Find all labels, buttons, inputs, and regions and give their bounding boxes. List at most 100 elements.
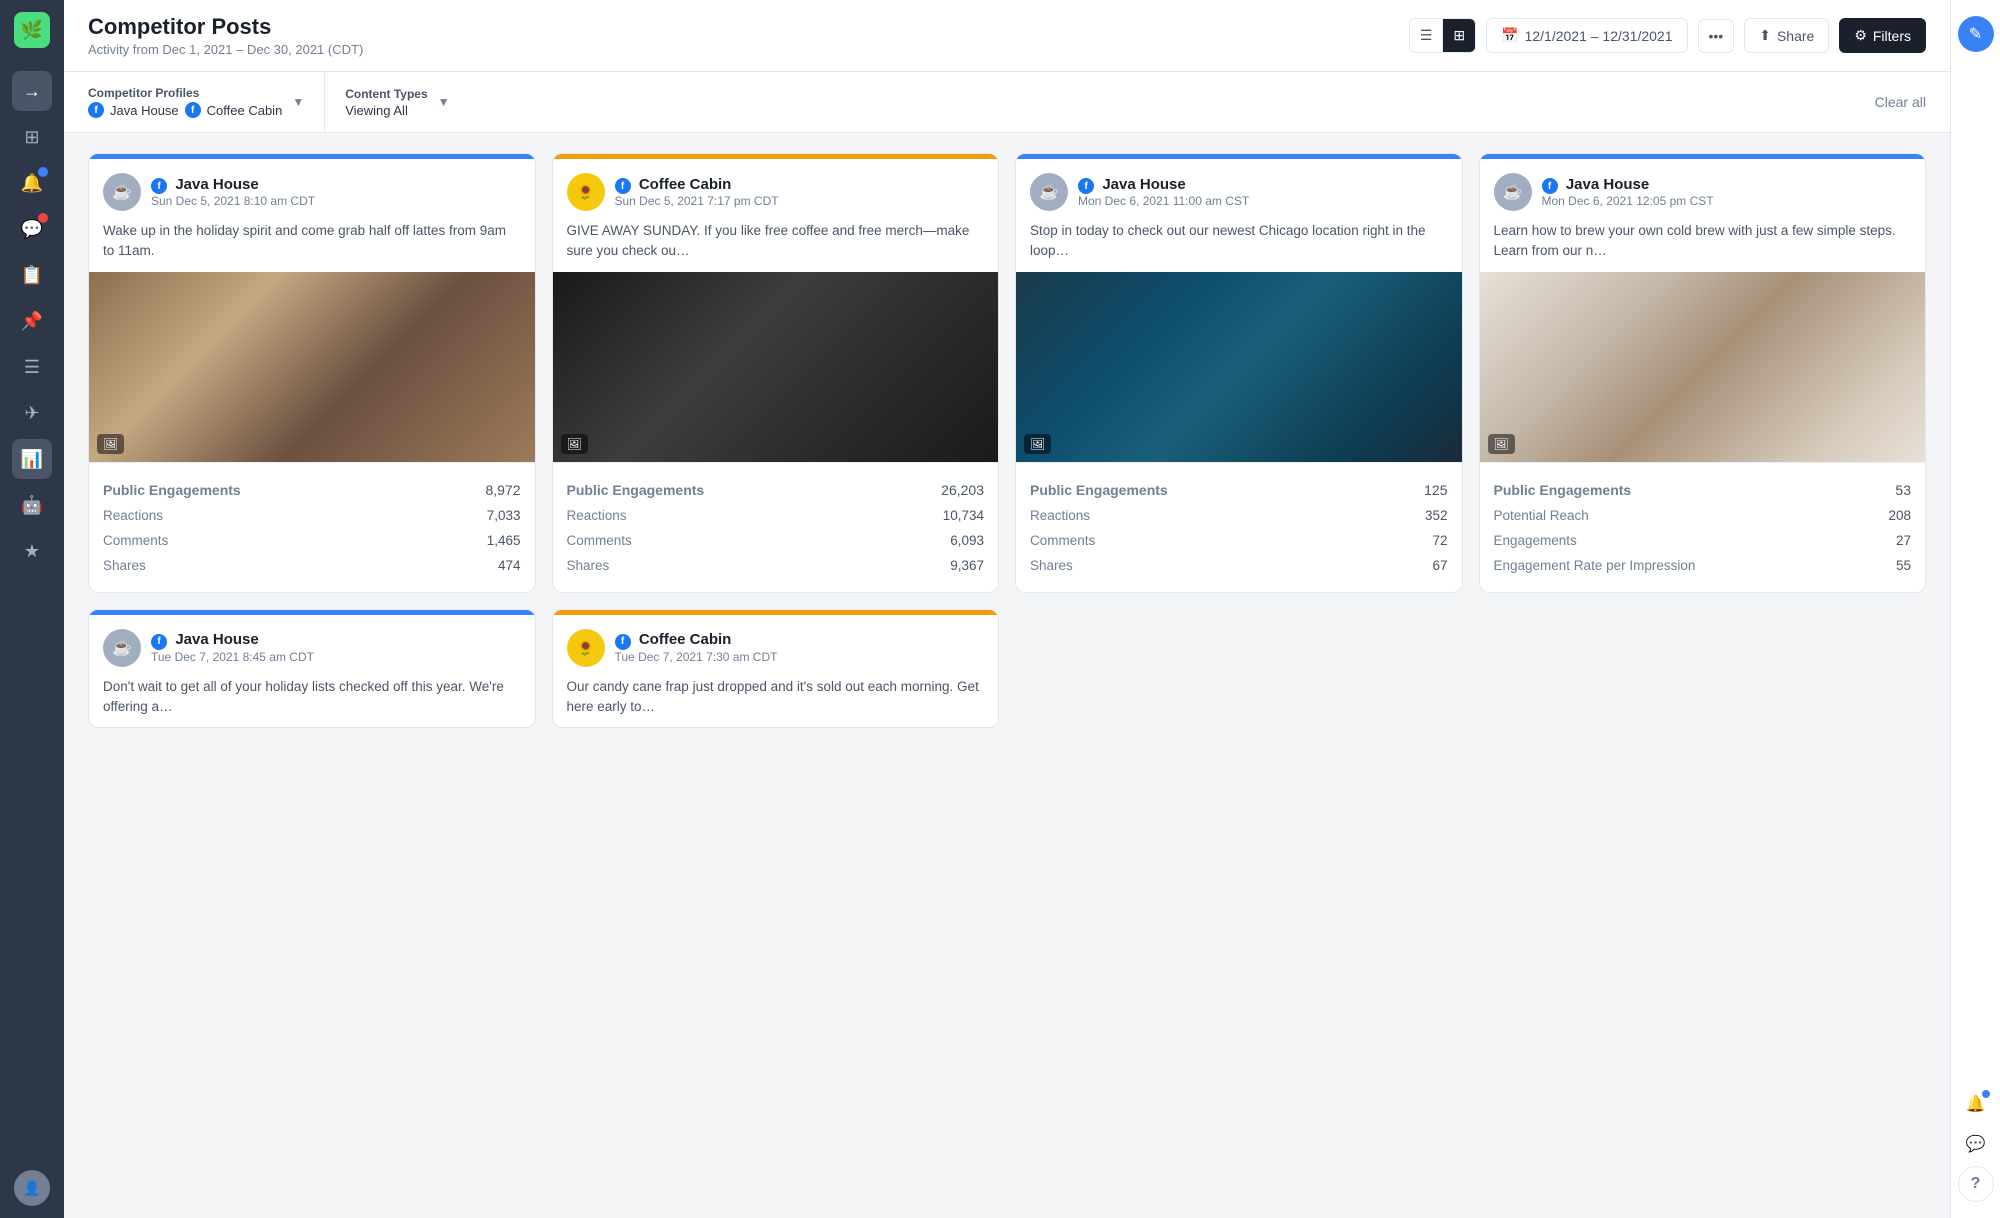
arrow-icon: →: [23, 81, 41, 102]
comments-value-3: 72: [1432, 533, 1447, 548]
reactions-value-2: 10,734: [943, 508, 984, 523]
shares-value-2: 9,367: [950, 558, 984, 573]
filter-bar: Competitor Profiles f Java House f Coffe…: [64, 72, 1950, 133]
avatar-initials: 👤: [23, 1180, 40, 1197]
date-range-button[interactable]: 📅 12/1/2021 – 12/31/2021: [1486, 18, 1687, 53]
engagements-label: Engagements: [1494, 533, 1577, 548]
brand-name-3: f Java House: [1078, 176, 1249, 195]
stat-comments: Comments 1,465: [103, 528, 521, 553]
engagement-rate-value: 55: [1896, 558, 1911, 573]
shares-value-3: 67: [1432, 558, 1447, 573]
comments-label-2: Comments: [567, 533, 632, 548]
post-card-4: ☕ f Java House Mon Dec 6, 2021 12:05 pm …: [1479, 153, 1927, 593]
stat-shares-3: Shares 67: [1030, 553, 1448, 578]
engagements-value: 27: [1896, 533, 1911, 548]
post-text: Wake up in the holiday spirit and come g…: [103, 221, 521, 262]
pin-icon: 📌: [21, 311, 43, 332]
post-card-2: 🌻 f Coffee Cabin Sun Dec 5, 2021 7:17 pm…: [552, 153, 1000, 593]
potential-reach-value: 208: [1888, 508, 1911, 523]
shares-label: Shares: [103, 558, 146, 573]
comments-label-3: Comments: [1030, 533, 1095, 548]
sidebar-item-chart[interactable]: 📊: [12, 439, 52, 479]
sidebar-item-list[interactable]: ☰: [12, 347, 52, 387]
filters-button[interactable]: ⚙ Filters: [1839, 18, 1926, 53]
card-header-6: 🌻 f Coffee Cabin Tue Dec 7, 2021 7:30 am…: [553, 615, 999, 677]
share-button[interactable]: ⬆ Share: [1744, 18, 1829, 53]
page-subtitle: Activity from Dec 1, 2021 – Dec 30, 2021…: [88, 42, 363, 57]
stat-potential-reach: Potential Reach 208: [1494, 503, 1912, 528]
brand-name-6: f Coffee Cabin: [615, 631, 778, 650]
list-view-button[interactable]: ☰: [1410, 19, 1444, 52]
more-options-button[interactable]: •••: [1698, 19, 1735, 53]
facebook-icon-4: f: [1542, 178, 1558, 194]
content-types-filter[interactable]: Content Types Viewing All ▼: [325, 73, 469, 132]
post-date-4: Mon Dec 6, 2021 12:05 pm CST: [1542, 194, 1714, 208]
image-type-badge-2: 🖼: [561, 434, 588, 454]
brand-name-2: f Coffee Cabin: [615, 176, 779, 195]
stat-comments-2: Comments 6,093: [567, 528, 985, 553]
reactions-value-3: 352: [1425, 508, 1448, 523]
sidebar-item-send[interactable]: ✈: [12, 393, 52, 433]
card-body-3: Stop in today to check out our newest Ch…: [1016, 221, 1462, 272]
card-body-2: GIVE AWAY SUNDAY. If you like free coffe…: [553, 221, 999, 272]
comments-value-2: 6,093: [950, 533, 984, 548]
brand-avatar-cc-2: 🌻: [567, 629, 605, 667]
post-card-6: 🌻 f Coffee Cabin Tue Dec 7, 2021 7:30 am…: [552, 609, 1000, 729]
post-date-2: Sun Dec 5, 2021 7:17 pm CDT: [615, 194, 779, 208]
comments-value: 1,465: [487, 533, 521, 548]
card-body-1: Wake up in the holiday spirit and come g…: [89, 221, 535, 272]
competitor-profiles-filter[interactable]: Competitor Profiles f Java House f Coffe…: [88, 72, 325, 132]
main-content: Competitor Posts Activity from Dec 1, 20…: [64, 0, 1950, 1218]
image-type-badge: 🖼: [97, 434, 124, 454]
right-notification-icon[interactable]: 🔔: [1958, 1086, 1994, 1122]
stat-value-4: 53: [1895, 482, 1911, 498]
right-help-icon[interactable]: ?: [1958, 1166, 1994, 1202]
user-avatar[interactable]: 👤: [14, 1170, 50, 1206]
list-icon: ☰: [1420, 27, 1433, 44]
grid-view-button[interactable]: ⊞: [1443, 19, 1475, 52]
post-text-6: Our candy cane frap just dropped and it'…: [567, 677, 985, 718]
brand-avatar-jh: ☕: [103, 173, 141, 211]
stat-reactions-2: Reactions 10,734: [567, 503, 985, 528]
right-sidebar: ✎ 🔔 💬 ?: [1950, 0, 2000, 1218]
app-logo: 🌿: [14, 12, 50, 48]
shares-label-3: Shares: [1030, 558, 1073, 573]
post-image-3: 🖼: [1016, 272, 1462, 462]
sidebar-item-calendar[interactable]: 📋: [12, 255, 52, 295]
left-sidebar: 🌿 → ⊞ 🔔 💬 📋 📌 ☰ ✈ 📊 🤖 ★ 👤: [0, 0, 64, 1218]
stat-label-3: Public Engagements: [1030, 482, 1168, 498]
stat-label: Public Engagements: [103, 482, 241, 498]
sidebar-item-star[interactable]: ★: [12, 531, 52, 571]
post-image-2: 🖼: [553, 272, 999, 462]
brand-info-5: f Java House Tue Dec 7, 2021 8:45 am CDT: [151, 631, 314, 664]
chat-badge: [38, 213, 48, 223]
stat-engagements: Engagements 27: [1494, 528, 1912, 553]
sidebar-item-arrow[interactable]: →: [12, 71, 52, 111]
facebook-icon-6: f: [615, 634, 631, 650]
card-body-6: Our candy cane frap just dropped and it'…: [553, 677, 999, 728]
clear-all-button[interactable]: Clear all: [1875, 94, 1926, 110]
calendar-icon: 📅: [1501, 27, 1518, 44]
image-type-badge-3: 🖼: [1024, 434, 1051, 454]
header-actions: ☰ ⊞ 📅 12/1/2021 – 12/31/2021 ••• ⬆ Share…: [1409, 18, 1926, 53]
grid-icon: ⊞: [1453, 27, 1465, 44]
brand-avatar-jh-2: ☕: [1030, 173, 1068, 211]
post-image-4: 🖼: [1480, 272, 1926, 462]
sidebar-item-bell[interactable]: 🔔: [12, 163, 52, 203]
brand-info-2: f Coffee Cabin Sun Dec 5, 2021 7:17 pm C…: [615, 176, 779, 209]
facebook-icon-5: f: [151, 634, 167, 650]
right-chat-icon[interactable]: 💬: [1958, 1126, 1994, 1162]
facebook-icon-2: f: [615, 178, 631, 194]
compose-button[interactable]: ✎: [1958, 16, 1994, 52]
filter-info-types: Content Types Viewing All: [345, 87, 427, 118]
compose-icon: ✎: [1969, 24, 1982, 44]
sidebar-item-robot[interactable]: 🤖: [12, 485, 52, 525]
stat-value-3: 125: [1424, 482, 1447, 498]
reactions-label: Reactions: [103, 508, 163, 523]
brand-info-4: f Java House Mon Dec 6, 2021 12:05 pm CS…: [1542, 176, 1714, 209]
sidebar-item-pin[interactable]: 📌: [12, 301, 52, 341]
sidebar-item-layers[interactable]: ⊞: [12, 117, 52, 157]
sidebar-item-chat[interactable]: 💬: [12, 209, 52, 249]
stat-public-engagements-3: Public Engagements 125: [1030, 477, 1448, 503]
bell-badge: [38, 167, 48, 177]
